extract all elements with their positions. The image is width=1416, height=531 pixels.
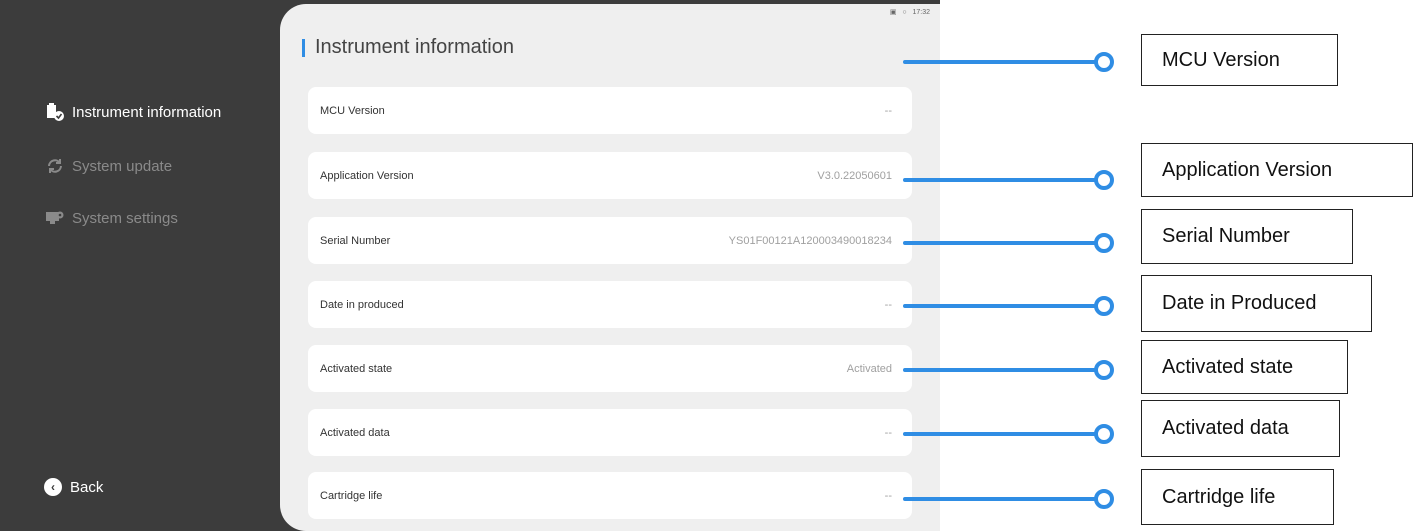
back-arrow-icon: ‹ [44, 478, 62, 496]
device-screen: Instrument information System update Sys… [0, 0, 940, 531]
callout-line [903, 178, 1099, 182]
page-title: Instrument information [302, 36, 514, 59]
sidebar-item-label: Instrument information [72, 103, 222, 121]
sidebar-item-instrument-information[interactable]: Instrument information [44, 100, 221, 124]
info-row-serial-number: Serial Number YS01F00121A120003490018234 [308, 217, 912, 264]
annotation-label-activated-data: Activated data [1141, 400, 1340, 457]
row-label: Serial Number [320, 234, 391, 247]
callout-circle [1094, 52, 1114, 72]
callout-line [903, 241, 1099, 245]
callout-circle [1094, 360, 1114, 380]
signal-icon: ▣ [889, 9, 897, 16]
sidebar-item-label: System update [72, 157, 173, 175]
info-row-activated-state: Activated state Activated [308, 345, 912, 392]
row-value: V3.0.22050601 [817, 169, 892, 182]
callout-circle [1094, 170, 1114, 190]
settings-monitor-icon [44, 208, 66, 228]
row-value: -- [884, 489, 892, 502]
callout-circle [1094, 424, 1114, 444]
callout-circle [1094, 233, 1114, 253]
sidebar-item-label: System settings [72, 209, 178, 227]
info-row-cartridge-life: Cartridge life -- [308, 472, 912, 519]
sidebar-item-system-update[interactable]: System update [44, 154, 172, 178]
row-value: Activated [846, 362, 892, 375]
row-value: YS01F00121A120003490018234 [728, 234, 892, 247]
title-accent-bar [302, 38, 305, 57]
wifi-icon: ○ [902, 9, 907, 16]
callout-circle [1094, 489, 1114, 509]
annotation-label-date-in-produced: Date in Produced [1141, 275, 1372, 332]
row-value: -- [884, 104, 892, 117]
callout-line [903, 368, 1099, 372]
row-label: Application Version [320, 169, 414, 182]
callout-line [903, 60, 1099, 64]
info-row-date-in-produced: Date in produced -- [308, 281, 912, 328]
callout-line [903, 497, 1099, 501]
annotation-label-mcu-version: MCU Version [1141, 34, 1338, 86]
info-row-mcu-version: MCU Version -- [308, 87, 912, 134]
info-row-application-version: Application Version V3.0.22050601 [308, 152, 912, 199]
callout-line [903, 304, 1099, 308]
info-row-activated-data: Activated data -- [308, 409, 912, 456]
annotation-label-activated-state: Activated state [1141, 340, 1348, 394]
row-label: Cartridge life [320, 489, 383, 502]
annotation-label-application-version: Application Version [1141, 143, 1413, 197]
back-button[interactable]: ‹ Back [44, 478, 103, 496]
row-label: Activated state [320, 362, 393, 375]
row-value: -- [884, 298, 892, 311]
annotation-label-cartridge-life: Cartridge life [1141, 469, 1334, 525]
callout-line [903, 432, 1099, 436]
callout-circle [1094, 296, 1114, 316]
sidebar-item-system-settings[interactable]: System settings [44, 206, 178, 230]
back-label: Back [70, 478, 104, 496]
refresh-icon [44, 156, 66, 176]
row-label: Activated data [320, 426, 390, 439]
main-panel: ▣ ○ 17:32 Instrument information MCU Ver… [280, 4, 940, 531]
row-label: MCU Version [320, 104, 385, 117]
page-title-text: Instrument information [315, 36, 514, 58]
status-bar: ▣ ○ 17:32 [890, 8, 930, 16]
status-time: 17:32 [912, 9, 930, 16]
row-label: Date in produced [320, 298, 404, 311]
row-value: -- [884, 426, 892, 439]
annotation-label-serial-number: Serial Number [1141, 209, 1353, 264]
instrument-icon [44, 102, 66, 122]
